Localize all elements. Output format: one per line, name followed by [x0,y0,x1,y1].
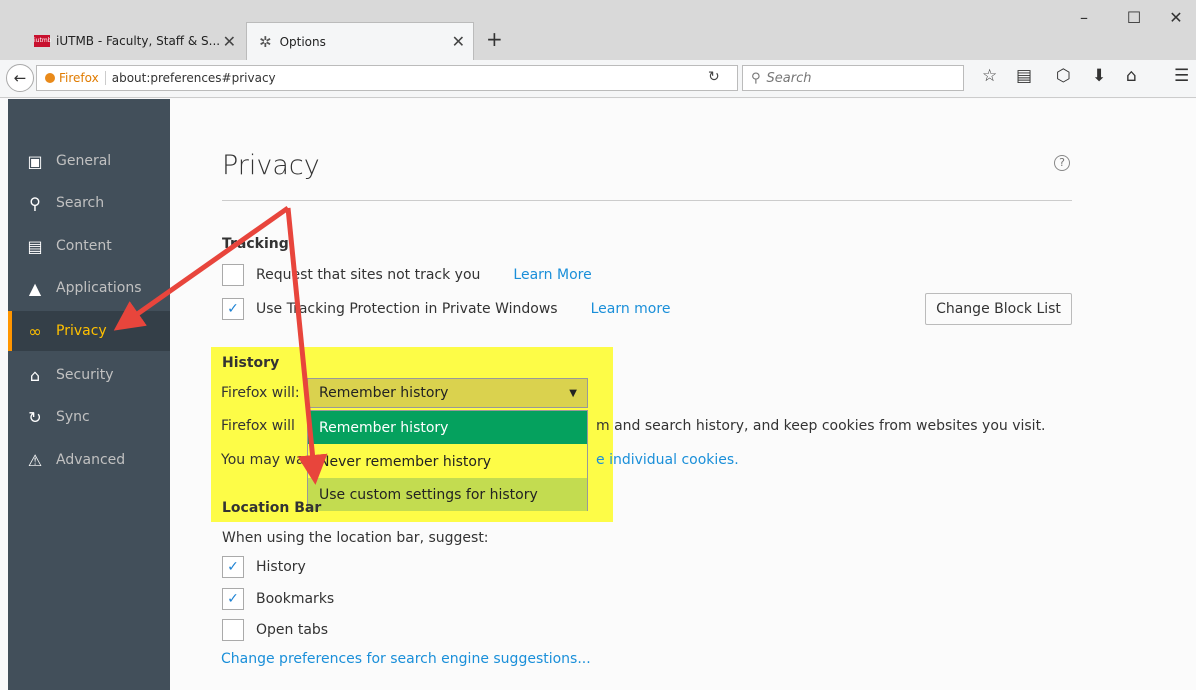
search-placeholder: Search [766,70,812,86]
search-icon: ⚲ [29,193,41,213]
tracking-protection-label: Use Tracking Protection in Private Windo… [256,301,558,317]
suggest-open-tabs-row: Open tabs [222,619,328,641]
home-icon[interactable]: ⌂ [1126,66,1137,86]
tracking-section-title: Tracking [222,236,289,252]
tracking-protection-checkbox[interactable]: ✓ [222,298,244,320]
sidebar-item-privacy[interactable]: ∞ Privacy [8,311,170,351]
history-mode-options: Remember history Never remember history … [307,410,588,511]
tracking-protection-row: ✓ Use Tracking Protection in Private Win… [222,298,670,320]
sidebar-item-advanced[interactable]: ⚠ Advanced [8,440,170,480]
new-tab-button[interactable]: + [486,27,503,51]
location-bar-section-title: Location Bar [222,500,322,516]
sidebar-item-label: Search [56,195,105,211]
close-window-button[interactable]: ✕ [1156,8,1196,27]
search-engine-suggestions-link[interactable]: Change preferences for search engine sug… [221,651,591,667]
sidebar-item-general[interactable]: ▣ General [8,141,170,181]
suggest-bookmarks-checkbox[interactable]: ✓ [222,588,244,610]
option-remember-history[interactable]: Remember history [308,411,587,444]
sidebar-item-label: Privacy [56,323,107,339]
cookies-text-prefix: You may wa [221,452,305,468]
close-tab-icon[interactable]: ✕ [223,32,236,51]
reload-icon[interactable]: ↻ [708,69,720,85]
star-icon[interactable]: ☆ [982,66,997,86]
sidebar-item-sync[interactable]: ↻ Sync [8,397,170,437]
url-bar[interactable]: Firefox about:preferences#privacy [36,65,738,91]
maximize-button[interactable]: ☐ [1114,8,1154,27]
history-description: m and search history, and keep cookies f… [596,418,1046,434]
search-input[interactable]: ⚲ Search [742,65,964,91]
url-text: about:preferences#privacy [111,71,276,85]
suggest-label: When using the location bar, suggest: [222,530,489,546]
tab-options[interactable]: ✲ Options ✕ [246,22,474,60]
suggest-open-tabs-checkbox[interactable] [222,619,244,641]
option-never-remember-history[interactable]: Never remember history [308,445,587,478]
suggest-open-tabs-label: Open tabs [256,622,329,638]
sidebar-item-search[interactable]: ⚲ Search [8,183,170,223]
sidebar-item-security[interactable]: ⌂ Security [8,355,170,395]
learn-more-link[interactable]: Learn More [513,267,591,283]
option-custom-history[interactable]: Use custom settings for history [308,478,587,511]
close-tab-icon[interactable]: ✕ [452,32,465,51]
sidebar-item-label: Security [56,367,114,383]
reading-list-icon[interactable]: ▤ [1016,66,1032,86]
sync-icon: ↻ [28,407,42,427]
dropdown-arrow-icon: ▼ [569,387,577,399]
firefox-icon [45,73,55,83]
history-mode-dropdown[interactable]: Remember history ▼ [307,378,588,408]
privacy-mask-icon: ∞ [28,321,42,341]
content-icon: ▤ [27,236,43,256]
menu-icon[interactable]: ☰ [1174,66,1189,86]
sidebar-item-applications[interactable]: ▲ Applications [8,268,170,308]
firefox-will-label: Firefox will: [221,385,300,401]
sidebar-item-label: General [56,153,112,169]
applications-icon: ▲ [28,278,42,298]
do-not-track-row: Request that sites not track you Learn M… [222,264,592,286]
iutmb-favicon-icon: iutmb [34,35,51,47]
sidebar-item-content[interactable]: ▤ Content [8,226,170,266]
sidebar-item-label: Content [56,238,112,254]
general-icon: ▣ [27,151,43,171]
advanced-icon: ⚠ [27,450,43,470]
suggest-history-checkbox[interactable]: ✓ [222,556,244,578]
do-not-track-checkbox[interactable] [222,264,244,286]
suggest-bookmarks-row: ✓ Bookmarks [222,588,334,610]
tab-iutmb[interactable]: iutmb iUTMB - Faculty, Staff & S... ✕ [26,22,244,60]
help-icon[interactable]: ? [1054,155,1070,171]
suggest-bookmarks-label: Bookmarks [256,591,335,607]
change-block-list-button[interactable]: Change Block List [925,293,1072,325]
sidebar-item-label: Advanced [56,452,126,468]
do-not-track-label: Request that sites not track you [256,267,481,283]
tab-title: iUTMB - Faculty, Staff & S... [56,34,221,48]
sidebar-item-label: Applications [56,280,142,296]
sidebar-item-label: Sync [56,409,90,425]
pocket-icon[interactable]: ⬡ [1056,66,1071,86]
history-section-title: History [222,355,280,371]
security-icon: ⌂ [29,365,41,385]
back-button[interactable]: ← [6,64,34,92]
learn-more-link[interactable]: Learn more [591,301,671,317]
history-description-prefix: Firefox will [221,418,295,434]
search-icon: ⚲ [751,70,761,86]
cookies-link[interactable]: e individual cookies. [596,452,739,468]
download-icon[interactable]: ⬇ [1092,66,1106,86]
history-mode-selected: Remember history [319,385,449,401]
title-divider [222,200,1072,201]
identity-label: Firefox [59,71,106,85]
preferences-sidebar: ▣ General ⚲ Search ▤ Content ▲ Applicati… [8,99,170,690]
suggest-history-label: History [256,559,306,575]
tab-title: Options [279,34,326,49]
suggest-history-row: ✓ History [222,556,306,578]
minimize-button[interactable]: – [1064,8,1104,27]
gear-icon: ✲ [259,32,272,51]
page-title: Privacy [222,150,320,181]
